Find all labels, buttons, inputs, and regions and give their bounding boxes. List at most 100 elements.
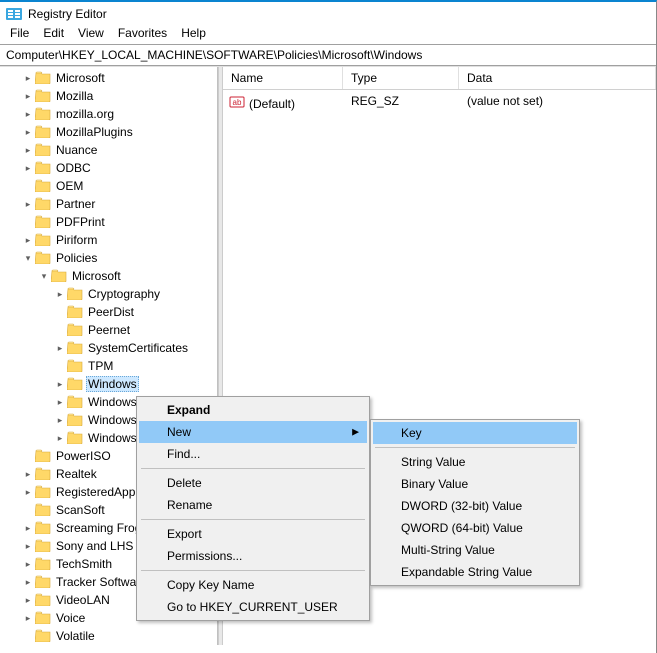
tree-label[interactable]: Policies [54,250,99,266]
tree-label[interactable]: Screaming Frog [54,520,143,536]
chevron-right-icon[interactable]: ▸ [22,144,34,156]
tree-label[interactable]: Realtek [54,466,99,482]
ctx-new[interactable]: New ▶ [139,421,367,443]
tree-label[interactable]: Microsoft [54,70,107,86]
chevron-right-icon[interactable]: ▸ [22,576,34,588]
chevron-right-icon[interactable]: ▸ [22,594,34,606]
chevron-right-icon[interactable]: ▸ [22,468,34,480]
tree-label[interactable]: ODBC [54,160,93,176]
chevron-right-icon[interactable]: ▸ [22,108,34,120]
ctx-new-qword[interactable]: QWORD (64-bit) Value [373,517,577,539]
menu-edit[interactable]: Edit [43,26,64,40]
chevron-right-icon[interactable]: ▸ [22,612,34,624]
tree-label[interactable]: TPM [86,358,115,374]
tree-label[interactable]: Piriform [54,232,99,248]
tree-label[interactable]: mozilla.org [54,106,116,122]
chevron-right-icon[interactable]: ▸ [22,198,34,210]
chevron-right-icon[interactable]: ▸ [54,342,66,354]
ctx-new-key[interactable]: Key [373,422,577,444]
tree-label[interactable]: VideoLAN [54,592,112,608]
tree-row[interactable]: ▸ SystemCertificates [0,339,217,357]
tree-label[interactable]: ScanSoft [54,502,107,518]
context-menu[interactable]: Expand New ▶ Find... Delete Rename Expor… [136,396,370,621]
tree-label[interactable]: PowerISO [54,448,113,464]
tree-row[interactable]: ▸ mozilla.org [0,105,217,123]
tree-row[interactable]: ▸Cryptography [0,285,217,303]
ctx-new-multi-string[interactable]: Multi-String Value [373,539,577,561]
tree-label[interactable]: PeerDist [86,304,136,320]
chevron-right-icon[interactable]: ▸ [22,558,34,570]
tree-label[interactable]: Windows [86,430,139,446]
tree-row[interactable]: ▸ MozillaPlugins [0,123,217,141]
ctx-export[interactable]: Export [139,523,367,545]
tree-row[interactable]: ▸ Microsoft [0,69,217,87]
chevron-right-icon[interactable]: ▸ [22,72,34,84]
tree-label[interactable]: Cryptography [86,286,162,302]
chevron-right-icon[interactable]: ▸ [22,126,34,138]
tree-label[interactable]: Mozilla [54,88,95,104]
tree-row[interactable]: ▸OEM [0,177,217,195]
tree-row[interactable]: ▸ ODBC [0,159,217,177]
tree-label[interactable]: MozillaPlugins [54,124,135,140]
tree-row[interactable]: ▾Policies [0,249,217,267]
tree-label[interactable]: Nuance [54,142,99,158]
tree-label[interactable]: Windows [86,394,139,410]
col-header-type[interactable]: Type [343,67,459,89]
tree-label[interactable]: TechSmith [54,556,114,572]
tree-label[interactable]: Tracker Softwar [54,574,142,590]
ctx-rename[interactable]: Rename [139,494,367,516]
menu-view[interactable]: View [78,26,104,40]
tree-label[interactable]: Partner [54,196,97,212]
menu-favorites[interactable]: Favorites [118,26,167,40]
chevron-right-icon[interactable]: ▸ [22,234,34,246]
tree-label[interactable]: RegisteredAppli [54,484,143,500]
tree-label[interactable]: SystemCertificates [86,340,190,356]
ctx-copy-key-name[interactable]: Copy Key Name [139,574,367,596]
tree-label[interactable]: PDFPrint [54,214,107,230]
tree-label[interactable]: Sony and LHS [54,538,135,554]
menu-file[interactable]: File [10,26,29,40]
chevron-right-icon[interactable]: ▸ [22,522,34,534]
tree-row[interactable]: ▸Peernet [0,321,217,339]
ctx-permissions[interactable]: Permissions... [139,545,367,567]
ctx-new-string[interactable]: String Value [373,451,577,473]
tree-label[interactable]: OEM [54,178,85,194]
tree-row[interactable]: ▸ Windows [0,375,217,393]
menu-help[interactable]: Help [181,26,206,40]
tree-row[interactable]: ▸ Mozilla [0,87,217,105]
chevron-right-icon[interactable]: ▸ [54,396,66,408]
tree-row[interactable]: ▸PeerDist [0,303,217,321]
chevron-right-icon[interactable]: ▸ [54,414,66,426]
chevron-right-icon[interactable]: ▸ [22,162,34,174]
tree-label[interactable]: Voice [54,610,87,626]
tree-label[interactable]: Windows [86,376,139,392]
chevron-right-icon[interactable]: ▸ [22,540,34,552]
tree-row[interactable]: ▸ Partner [0,195,217,213]
address-bar[interactable]: Computer\HKEY_LOCAL_MACHINE\SOFTWARE\Pol… [0,44,656,66]
list-row[interactable]: ab(Default)REG_SZ(value not set) [223,90,656,117]
col-header-data[interactable]: Data [459,67,656,89]
ctx-find[interactable]: Find... [139,443,367,465]
tree-label[interactable]: Microsoft [70,268,123,284]
ctx-new-binary[interactable]: Binary Value [373,473,577,495]
ctx-expand[interactable]: Expand [139,399,367,421]
chevron-right-icon[interactable]: ▸ [54,378,66,390]
ctx-delete[interactable]: Delete [139,472,367,494]
chevron-down-icon[interactable]: ▾ [38,270,50,282]
tree-row[interactable]: ▸ Piriform [0,231,217,249]
chevron-right-icon[interactable]: ▸ [22,90,34,102]
tree-row[interactable]: ▾ Microsoft [0,267,217,285]
ctx-new-expandable-string[interactable]: Expandable String Value [373,561,577,583]
col-header-name[interactable]: Name [223,67,343,89]
ctx-goto-hkcu[interactable]: Go to HKEY_CURRENT_USER [139,596,367,618]
tree-label[interactable]: Windows [86,412,139,428]
tree-row[interactable]: ▸TPM [0,357,217,375]
tree-row[interactable]: ▸ Nuance [0,141,217,159]
tree-row[interactable]: ▸PDFPrint [0,213,217,231]
tree-label[interactable]: Peernet [86,322,132,338]
chevron-right-icon[interactable]: ▸ [22,486,34,498]
context-submenu-new[interactable]: Key String Value Binary Value DWORD (32-… [370,419,580,586]
tree-row[interactable]: ▸Volatile [0,627,217,645]
ctx-new-dword[interactable]: DWORD (32-bit) Value [373,495,577,517]
tree-label[interactable]: Volatile [54,628,97,644]
